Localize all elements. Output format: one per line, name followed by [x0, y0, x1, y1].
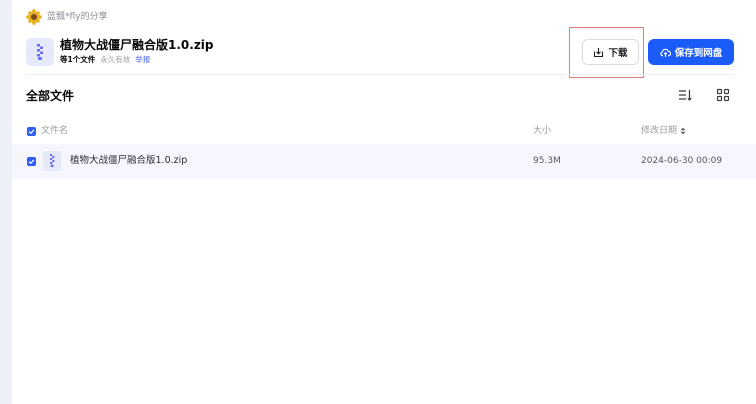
column-header-date[interactable]: 修改日期: [641, 124, 686, 138]
zip-file-icon: [43, 151, 61, 171]
column-header-size: 大小: [533, 126, 552, 136]
sunflower-avatar-icon: [26, 9, 42, 25]
file-size: 95.3M: [533, 156, 561, 166]
save-to-cloud-button[interactable]: 保存到网盘: [648, 39, 734, 65]
download-icon: [594, 47, 604, 57]
sort-list-icon[interactable]: [678, 88, 692, 102]
share-title: 植物大战僵尸融合版1.0.zip: [60, 38, 214, 52]
column-header-name: 文件名: [41, 126, 69, 136]
file-count: 等1个文件: [60, 55, 96, 64]
grid-view-icon[interactable]: [716, 88, 730, 102]
zip-file-icon: [26, 38, 54, 66]
share-meta: 等1个文件 永久有效 举报: [60, 54, 150, 65]
section-title: 全部文件: [26, 89, 75, 103]
sharer-name: 蓝瓢*fly的分享: [47, 12, 108, 22]
download-button[interactable]: 下载: [582, 39, 639, 65]
header-divider: [26, 74, 734, 75]
select-all-checkbox[interactable]: [27, 127, 36, 136]
share-panel: 蓝瓢*fly的分享 植物大战僵尸融合版1.0.zip 等1个文件 永久有效 举报 下…: [12, 0, 756, 404]
download-label: 下载: [608, 48, 628, 59]
check-icon: [28, 129, 35, 135]
check-icon: [28, 159, 35, 165]
cloud-upload-icon: [660, 48, 671, 57]
column-header-date-label: 修改日期: [641, 126, 678, 136]
row-checkbox[interactable]: [27, 157, 36, 166]
sort-caret-icon: [680, 127, 686, 135]
file-date: 2024-06-30 00:09: [641, 156, 723, 166]
report-link[interactable]: 举报: [135, 55, 150, 64]
validity-text: 永久有效: [100, 55, 131, 64]
save-label: 保存到网盘: [674, 48, 723, 59]
file-name[interactable]: 植物大战僵尸融合版1.0.zip: [70, 154, 187, 168]
